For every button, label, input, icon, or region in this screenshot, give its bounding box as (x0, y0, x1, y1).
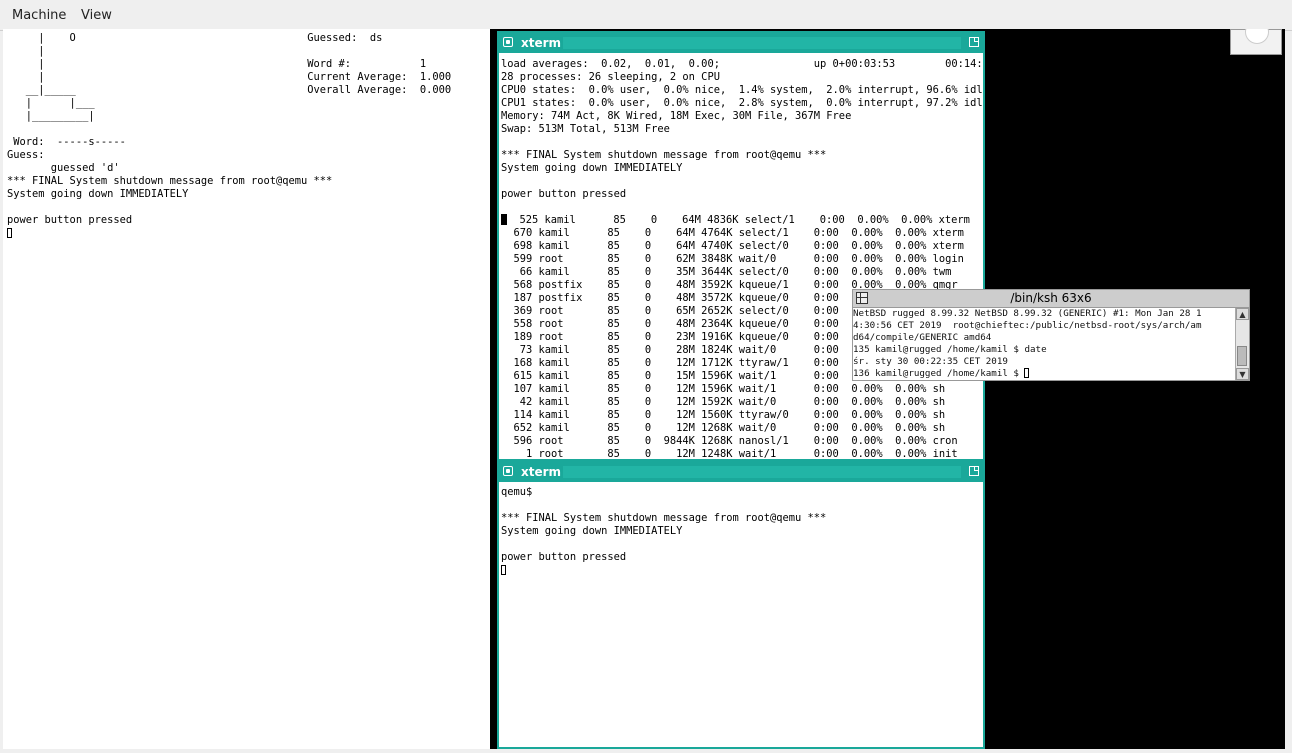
xterm-top-title: xterm (521, 36, 562, 50)
hangman-line: Word: -----s----- (7, 136, 126, 148)
top-header-line: Memory: 74M Act, 8K Wired, 18M Exec, 30M… (501, 110, 852, 122)
hangman-line: Guess: (7, 149, 45, 161)
ksh-title: /bin/ksh 63x6 (1010, 291, 1092, 305)
scroll-up-icon[interactable]: ▲ (1236, 308, 1249, 320)
shell-line: System going down IMMEDIATELY (501, 525, 683, 537)
xterm-bottom-title: xterm (521, 465, 562, 479)
hangman-line: __|_____ Overall Average: 0.000 (7, 84, 452, 96)
ksh-titlebar[interactable]: /bin/ksh 63x6 (853, 290, 1249, 308)
hangman-line: | O Guessed: ds (7, 32, 383, 44)
hangman-line: |_________| (7, 110, 95, 122)
process-row: 66 kamil 85 0 35M 3644K select/0 0:00 0.… (501, 266, 952, 278)
top-header-line: load averages: 0.02, 0.01, 0.00; up 0+00… (501, 58, 985, 70)
ksh-output: NetBSD rugged 8.99.32 NetBSD 8.99.32 (GE… (853, 308, 1235, 380)
process-row: 558 root 85 0 48M 2364K kqueue/0 0:00 0.… (501, 318, 883, 330)
titlebar-stripe (563, 37, 961, 49)
xterm-bottom-window[interactable]: xterm qemu$ *** FINAL System shutdown me… (497, 460, 985, 749)
hangman-line: System going down IMMEDIATELY (7, 188, 189, 200)
xterm-bottom-titlebar[interactable]: xterm (499, 462, 983, 482)
ksh-line: NetBSD rugged 8.99.32 NetBSD 8.99.32 (GE… (853, 308, 1202, 319)
xterm-top-titlebar[interactable]: xterm (499, 33, 983, 53)
top-header-line: Swap: 513M Total, 513M Free (501, 123, 670, 135)
menu-view[interactable]: View (81, 8, 112, 23)
ksh-line: d64/compile/GENERIC amd64 (853, 332, 992, 343)
window-menu-icon[interactable] (503, 37, 513, 47)
top-header-line: 28 processes: 26 sleeping, 2 on CPU (501, 71, 720, 83)
top-header-line: System going down IMMEDIATELY (501, 162, 683, 174)
ksh-line: 4:30:56 CET 2019 root@chieftec:/public/n… (853, 320, 1202, 331)
process-row: 168 kamil 85 0 12M 1712K ttyraw/1 0:00 0… (501, 357, 883, 369)
titlebar-stripe (563, 466, 961, 478)
scroll-down-icon[interactable]: ▼ (1236, 368, 1249, 380)
hangman-line: guessed 'd' (7, 162, 120, 174)
ksh-scrollbar[interactable]: ▲ ▼ (1235, 308, 1249, 380)
xterm-top-window[interactable]: xterm load averages: 0.02, 0.01, 0.00; u… (497, 31, 985, 461)
hangman-line: *** FINAL System shutdown message from r… (7, 175, 333, 187)
process-row: 107 kamil 85 0 12M 1596K wait/1 0:00 0.0… (501, 383, 946, 395)
top-header-line: *** FINAL System shutdown message from r… (501, 149, 827, 161)
process-row: 1 root 85 0 12M 1248K wait/1 0:00 0.00% … (501, 448, 958, 460)
process-row: 525 kamil 85 0 64M 4836K select/1 0:00 0… (507, 214, 970, 226)
process-row: 189 root 85 0 23M 1916K kqueue/0 0:00 0.… (501, 331, 883, 343)
hangman-line: | Word #: 1 (7, 58, 427, 70)
hangman-line: | (7, 45, 45, 57)
process-row: 114 kamil 85 0 12M 1560K ttyraw/0 0:00 0… (501, 409, 946, 421)
hangman-line: | |___ (7, 97, 95, 109)
text-cursor (501, 565, 506, 575)
process-row: 599 root 85 0 62M 3848K wait/0 0:00 0.00… (501, 253, 964, 265)
hangman-line: power button pressed (7, 214, 133, 226)
shell-output: qemu$ *** FINAL System shutdown message … (501, 486, 981, 577)
scroll-thumb[interactable] (1237, 346, 1247, 366)
ksh-window[interactable]: /bin/ksh 63x6 NetBSD rugged 8.99.32 NetB… (852, 289, 1250, 381)
window-menu-icon[interactable] (503, 466, 513, 476)
hangman-line: | Current Average: 1.000 (7, 71, 452, 83)
guest-screen[interactable]: | O Guessed: ds | | Word #: 1 | Current … (3, 29, 1285, 749)
top-header-line: CPU1 states: 0.0% user, 0.0% nice, 2.8% … (501, 97, 985, 109)
host-menubar: Machine View (0, 0, 1292, 31)
top-output: load averages: 0.02, 0.01, 0.00; up 0+00… (501, 58, 983, 460)
process-row: 652 kamil 85 0 12M 1268K wait/0 0:00 0.0… (501, 422, 946, 434)
ksh-line: śr. sty 30 00:22:35 CET 2019 (853, 356, 1008, 367)
process-row: 369 root 85 0 65M 2652K select/0 0:00 0.… (501, 305, 883, 317)
menu-machine[interactable]: Machine (12, 8, 66, 23)
resize-icon[interactable] (969, 466, 979, 476)
process-row: 670 kamil 85 0 64M 4764K select/1 0:00 0… (501, 227, 964, 239)
resize-icon[interactable] (969, 37, 979, 47)
top-header-line: CPU0 states: 0.0% user, 0.0% nice, 1.4% … (501, 84, 985, 96)
shell-line: *** FINAL System shutdown message from r… (501, 512, 827, 524)
text-cursor (7, 228, 12, 238)
process-row: 615 kamil 85 0 15M 1596K wait/1 0:00 0.0… (501, 370, 883, 382)
ksh-line: 136 kamil@rugged /home/kamil $ (853, 368, 1025, 379)
ksh-line: 135 kamil@rugged /home/kamil $ date (853, 344, 1047, 355)
text-cursor (1024, 368, 1030, 378)
process-row: 73 kamil 85 0 28M 1824K wait/0 0:00 0.00… (501, 344, 883, 356)
process-row: 187 postfix 85 0 48M 3572K kqueue/0 0:00… (501, 292, 883, 304)
process-row: 42 kamil 85 0 12M 1592K wait/0 0:00 0.00… (501, 396, 946, 408)
shell-line: power button pressed (501, 551, 627, 563)
process-row: 698 kamil 85 0 64M 4740K select/0 0:00 0… (501, 240, 964, 252)
process-row: 596 root 85 0 9844K 1268K nanosl/1 0:00 … (501, 435, 958, 447)
hangman-text: | O Guessed: ds | | Word #: 1 | Current … (7, 32, 451, 240)
partial-window-icon[interactable] (1230, 29, 1282, 55)
top-header-line: power button pressed (501, 188, 627, 200)
hangman-terminal[interactable]: | O Guessed: ds | | Word #: 1 | Current … (3, 29, 490, 749)
shell-line: qemu$ (501, 486, 533, 498)
